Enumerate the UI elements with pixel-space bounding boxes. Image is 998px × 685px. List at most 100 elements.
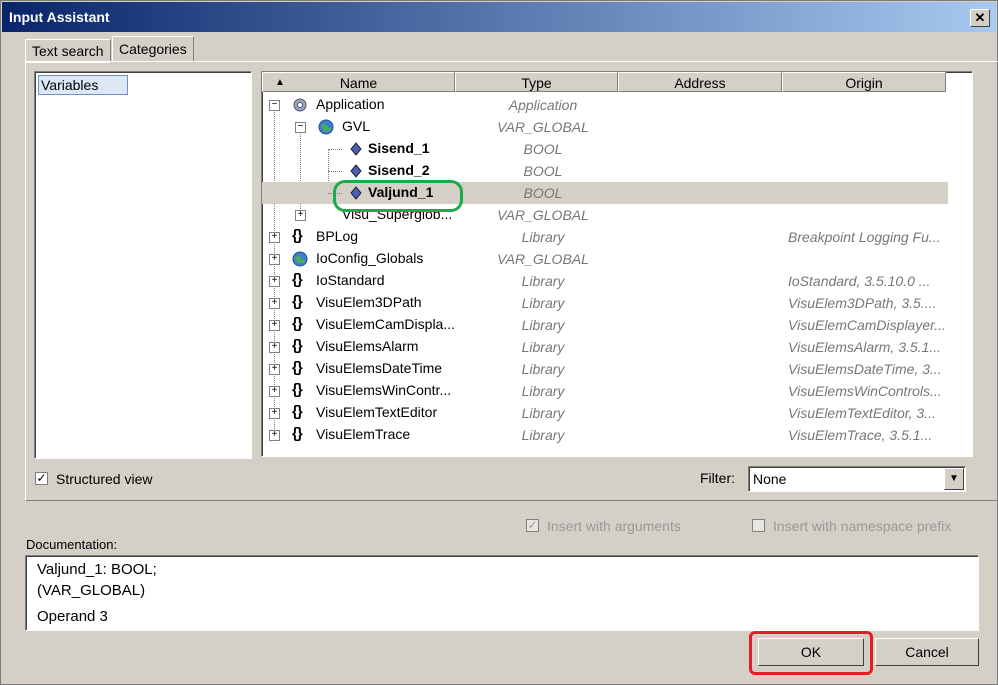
- row-origin: VisuElemTrace, 3.5.1...: [788, 427, 933, 443]
- library-icon: {}: [292, 227, 303, 244]
- tree-row-visuelemtexteditor[interactable]: + {} VisuElemTextEditor Library VisuElem…: [262, 402, 948, 424]
- expand-icon[interactable]: +: [269, 254, 280, 265]
- row-origin: VisuElemCamDisplayer...: [788, 317, 946, 333]
- row-origin: Breakpoint Logging Fu...: [788, 229, 941, 245]
- insert-with-namespace-label: Insert with namespace prefix: [773, 518, 952, 534]
- collapse-icon[interactable]: −: [295, 122, 306, 133]
- window-title: Input Assistant: [9, 9, 110, 25]
- row-type: BOOL: [523, 163, 563, 179]
- expand-icon[interactable]: +: [269, 342, 280, 353]
- row-name: Sisend_1: [368, 140, 430, 156]
- row-name: IoConfig_Globals: [316, 250, 424, 266]
- row-type: Library: [521, 295, 565, 311]
- row-name: VisuElemsDateTime: [316, 360, 443, 376]
- insert-with-arguments-checkbox[interactable]: ✓: [526, 519, 539, 532]
- tab-categories[interactable]: Categories: [112, 36, 194, 63]
- tree-row-visuelemsdatetime[interactable]: + {} VisuElemsDateTime Library VisuElems…: [262, 358, 948, 380]
- row-type: BOOL: [523, 141, 563, 157]
- row-type: VAR_GLOBAL: [497, 251, 589, 267]
- column-header-name[interactable]: ▲ Name: [262, 72, 455, 92]
- row-type: Library: [521, 427, 565, 443]
- row-type: Library: [521, 273, 565, 289]
- cancel-button[interactable]: Cancel: [875, 638, 979, 666]
- tree-row-visuelem3dpath[interactable]: + {} VisuElem3DPath Library VisuElem3DPa…: [262, 292, 948, 314]
- tree-row-bplog[interactable]: + {} BPLog Library Breakpoint Logging Fu…: [262, 226, 948, 248]
- tree-row-iostandard[interactable]: + {} IoStandard Library IoStandard, 3.5.…: [262, 270, 948, 292]
- tree-row-visuelemswincontrols[interactable]: + {} VisuElemsWinContr... Library VisuEl…: [262, 380, 948, 402]
- row-name: VisuElemsAlarm: [316, 338, 419, 354]
- tree-row-visuelemtrace[interactable]: + {} VisuElemTrace Library VisuElemTrace…: [262, 424, 948, 446]
- row-type: Library: [521, 317, 565, 333]
- row-type: BOOL: [523, 185, 563, 201]
- row-origin: VisuElemsAlarm, 3.5.1...: [788, 339, 942, 355]
- row-type: Application: [508, 97, 578, 113]
- row-name: Application: [316, 96, 385, 112]
- tree-line: [328, 171, 342, 172]
- expand-icon[interactable]: +: [269, 320, 280, 331]
- expand-icon[interactable]: +: [295, 210, 306, 221]
- row-type: VAR_GLOBAL: [497, 207, 589, 223]
- tree-row-visuelemsalarm[interactable]: + {} VisuElemsAlarm Library VisuElemsAla…: [262, 336, 948, 358]
- doc-line-2: (VAR_GLOBAL): [37, 582, 146, 599]
- expand-icon[interactable]: +: [269, 276, 280, 287]
- row-origin: VisuElem3DPath, 3.5....: [788, 295, 937, 311]
- filter-value: None: [753, 471, 787, 487]
- column-header-type[interactable]: Type: [455, 72, 618, 92]
- row-name: VisuElem3DPath: [316, 294, 422, 310]
- insert-with-arguments-label: Insert with arguments: [547, 518, 681, 534]
- tree-row-gvl[interactable]: − GVL VAR_GLOBAL: [262, 116, 948, 138]
- globe-icon: [292, 251, 308, 267]
- category-list[interactable]: Variables: [34, 71, 252, 459]
- filter-select[interactable]: None ▼: [748, 466, 966, 492]
- dropdown-arrow-icon[interactable]: ▼: [944, 468, 964, 490]
- expand-icon[interactable]: +: [269, 408, 280, 419]
- row-name: Sisend_2: [368, 162, 430, 178]
- row-origin: VisuElemsWinControls...: [788, 383, 942, 399]
- tab-text-search[interactable]: Text search: [25, 39, 111, 63]
- library-icon: {}: [292, 293, 303, 310]
- row-type: Library: [521, 229, 565, 245]
- filter-label: Filter:: [700, 470, 735, 486]
- documentation-box[interactable]: Valjund_1: BOOL; (VAR_GLOBAL) Operand 3: [25, 555, 979, 631]
- row-name: VisuElemTextEditor: [316, 404, 438, 420]
- tree-rows: − Application Application − GVL VAR_GLOB…: [262, 94, 948, 452]
- title-bar[interactable]: Input Assistant ✕: [2, 2, 996, 32]
- structured-view-label: Structured view: [56, 471, 153, 487]
- row-name: VisuElemTrace: [316, 426, 411, 442]
- tree-row-application[interactable]: − Application Application: [262, 94, 948, 116]
- row-type: Library: [521, 361, 565, 377]
- doc-line-1: Valjund_1: BOOL;: [37, 561, 157, 578]
- library-icon: {}: [292, 403, 303, 420]
- tree-row-sisend-2[interactable]: Sisend_2 BOOL: [262, 160, 948, 182]
- category-item-variables[interactable]: Variables: [38, 75, 128, 95]
- expand-icon[interactable]: +: [269, 430, 280, 441]
- tree-row-ioconfig-globals[interactable]: + IoConfig_Globals VAR_GLOBAL: [262, 248, 948, 270]
- column-header-origin[interactable]: Origin: [782, 72, 946, 92]
- column-header-address[interactable]: Address: [618, 72, 782, 92]
- expand-icon[interactable]: +: [269, 232, 280, 243]
- row-origin: IoStandard, 3.5.10.0 ...: [788, 273, 931, 289]
- variable-tree[interactable]: ▲ Name Type Address Origin − Application…: [261, 71, 973, 457]
- expand-icon[interactable]: +: [269, 298, 280, 309]
- expand-icon[interactable]: +: [269, 364, 280, 375]
- globe-icon: [318, 119, 334, 135]
- ok-highlight: [749, 631, 873, 675]
- library-icon: {}: [292, 337, 303, 354]
- library-icon: {}: [292, 425, 303, 442]
- tree-line: [328, 149, 342, 150]
- library-icon: {}: [292, 381, 303, 398]
- structured-view-checkbox[interactable]: ✓: [35, 472, 48, 485]
- close-icon[interactable]: ✕: [970, 9, 990, 27]
- expand-icon[interactable]: +: [269, 386, 280, 397]
- tree-row-sisend-1[interactable]: Sisend_1 BOOL: [262, 138, 948, 160]
- gear-icon: [293, 98, 307, 112]
- row-name: VisuElemCamDispla...: [316, 316, 456, 332]
- variable-icon: [350, 164, 362, 178]
- collapse-icon[interactable]: −: [269, 100, 280, 111]
- doc-line-3: Operand 3: [37, 608, 108, 625]
- row-type: Library: [521, 383, 565, 399]
- row-type: Library: [521, 339, 565, 355]
- insert-with-namespace-checkbox[interactable]: [752, 519, 765, 532]
- row-name: BPLog: [316, 228, 359, 244]
- tree-row-visuelemcamdisplayer[interactable]: + {} VisuElemCamDispla... Library VisuEl…: [262, 314, 948, 336]
